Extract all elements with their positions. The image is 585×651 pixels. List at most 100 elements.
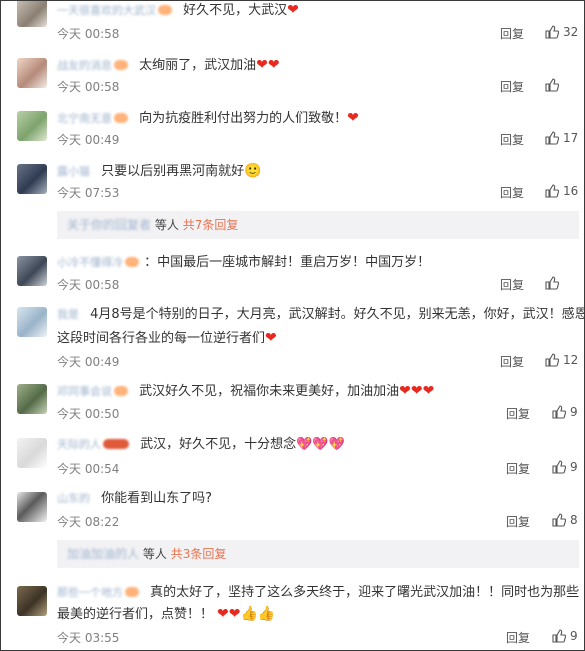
username[interactable]: 北宁南无意 — [57, 112, 112, 125]
thumbs-up-icon — [545, 25, 560, 39]
avatar[interactable] — [17, 256, 47, 286]
like-button[interactable]: 16 — [545, 184, 578, 198]
badge-icon — [125, 586, 139, 597]
username[interactable]: 那些一个地方 — [57, 586, 123, 599]
reply-button[interactable]: 回复 — [506, 629, 530, 646]
comment-text-line2: 最美的逆行者们，点赞！！ — [57, 607, 214, 622]
heart-emoji: ❤ — [287, 2, 299, 18]
reply-button[interactable]: 回复 — [500, 276, 524, 293]
like-count: 12 — [563, 353, 579, 367]
like-button[interactable] — [545, 78, 563, 92]
like-count: 17 — [563, 131, 579, 145]
sub-reply-username[interactable]: 关于你的回复者 — [67, 218, 151, 232]
like-button[interactable]: 9 — [552, 405, 578, 419]
heart-emoji: ❤ — [347, 110, 359, 126]
comment-text: ：中国最后一座城市解封！重启万岁！中国万岁！ — [144, 255, 431, 270]
comment-text: 只要以后别再黑河南就好 — [101, 164, 245, 179]
comment-text-line2: 这段时间各行各业的每一位逆行者们 — [57, 331, 266, 346]
comment-text: 武汉好久不见，祝福你未来更美好，加油加油 — [139, 384, 400, 399]
reply-button[interactable]: 回复 — [506, 460, 530, 477]
avatar[interactable] — [17, 58, 47, 88]
like-button[interactable]: 9 — [552, 460, 578, 474]
like-button[interactable]: 17 — [545, 131, 578, 145]
view-more-replies-link[interactable]: 共3条回复 — [171, 547, 227, 561]
heart-emoji: ❤ — [265, 330, 277, 346]
comment-time: 今天 00:49 — [57, 355, 120, 369]
avatar[interactable] — [17, 1, 47, 27]
comment-time: 今天 00:58 — [57, 27, 120, 41]
comment-time: 今天 00:49 — [57, 133, 120, 147]
like-count: 9 — [570, 629, 578, 643]
comment-text-line1: 4月8号是个特别的日子，大月亮，武汉解封。好久不见，别来无恙，你好，武汉！感恩 — [90, 307, 585, 322]
thumbs-up-icon — [552, 405, 567, 419]
view-more-replies-link[interactable]: 共7条回复 — [183, 218, 239, 232]
reply-button[interactable]: 回复 — [506, 513, 530, 530]
comment-list: 一天很喜欢的大武汉 好久不见，大武汉❤ 今天 00:58 回复 32 战友的消息… — [0, 0, 585, 651]
thumbs-up-icon — [552, 629, 567, 643]
sub-reply-username[interactable]: 加油加油的人 — [67, 547, 139, 561]
badge-icon — [114, 112, 128, 123]
username[interactable]: 小冷不懂得冷 — [57, 256, 123, 269]
username[interactable]: 邓同事会说 — [57, 385, 112, 398]
comment-time: 今天 00:58 — [57, 80, 120, 94]
sub-reply-summary[interactable]: 加油加油的人 等人 共3条回复 — [57, 540, 579, 568]
username[interactable]: 山东的 — [57, 492, 90, 505]
badge-icon — [125, 256, 139, 267]
comment-text: 武汉，好久不见，十分想念 — [140, 437, 297, 452]
thumbs-up-icon — [545, 353, 560, 367]
thumbs-up-icon — [545, 276, 560, 290]
comment-time: 今天 03:55 — [57, 631, 120, 645]
thumbs-up-icon — [552, 460, 567, 474]
thumbs-up-icon — [545, 131, 560, 145]
thumbs-up-icon — [545, 184, 560, 198]
avatar[interactable] — [17, 164, 47, 194]
username[interactable]: 天际的人 — [57, 438, 101, 451]
like-button[interactable]: 8 — [552, 513, 578, 527]
comment-time: 今天 07:53 — [57, 186, 120, 200]
like-count: 8 — [570, 513, 578, 527]
like-button[interactable]: 32 — [545, 25, 578, 39]
like-button[interactable] — [545, 276, 563, 290]
comment-text: 向为抗疫胜利付出努力的人们致敬！ — [139, 111, 348, 126]
reply-button[interactable]: 回复 — [500, 78, 524, 95]
heart-emoji: ❤❤👍👍 — [217, 606, 276, 622]
comment-time: 今天 00:54 — [57, 462, 120, 476]
avatar[interactable] — [17, 492, 47, 522]
avatar[interactable] — [17, 111, 47, 141]
comment-text: 你能看到山东了吗? — [101, 491, 212, 506]
reply-button[interactable]: 回复 — [506, 405, 530, 422]
badge-icon — [158, 4, 172, 15]
badge-icon — [114, 59, 128, 70]
comment-time: 今天 00:58 — [57, 278, 120, 292]
sub-reply-suffix: 等人 — [154, 218, 179, 232]
like-button[interactable]: 12 — [545, 353, 578, 367]
badge-icon — [114, 385, 128, 396]
reply-button[interactable]: 回复 — [500, 184, 524, 201]
username[interactable]: 一天很喜欢的大武汉 — [57, 4, 156, 17]
comment-time: 今天 08:22 — [57, 515, 120, 529]
avatar[interactable] — [17, 307, 47, 337]
smile-emoji: 🙂 — [244, 163, 262, 179]
username[interactable]: 战友的消息 — [57, 59, 112, 72]
comment-text: 太绚丽了，武汉加油 — [139, 58, 257, 73]
username[interactable]: 我是 — [57, 308, 79, 321]
like-count: 16 — [563, 184, 579, 198]
like-button[interactable]: 9 — [552, 629, 578, 643]
heart-emoji: ❤❤ — [256, 57, 280, 73]
like-count: 9 — [570, 460, 578, 474]
reply-button[interactable]: 回复 — [500, 25, 524, 42]
avatar[interactable] — [17, 586, 47, 616]
sub-reply-suffix: 等人 — [142, 547, 167, 561]
avatar[interactable] — [17, 384, 47, 414]
like-count: 9 — [570, 405, 578, 419]
thumbs-up-icon — [545, 78, 560, 92]
heart-emoji: ❤❤❤ — [399, 383, 435, 399]
reply-button[interactable]: 回复 — [500, 131, 524, 148]
thumbs-up-icon — [552, 513, 567, 527]
reply-button[interactable]: 回复 — [500, 353, 524, 370]
comment-text-line1: 真的太好了，坚持了这么多天终于，迎来了曙光武汉加油！！同时也为那些 — [150, 585, 580, 600]
sub-reply-summary[interactable]: 关于你的回复者 等人 共7条回复 — [57, 211, 579, 239]
avatar[interactable] — [17, 438, 47, 468]
like-count: 32 — [563, 25, 579, 39]
username[interactable]: 露小猫 — [57, 165, 90, 178]
